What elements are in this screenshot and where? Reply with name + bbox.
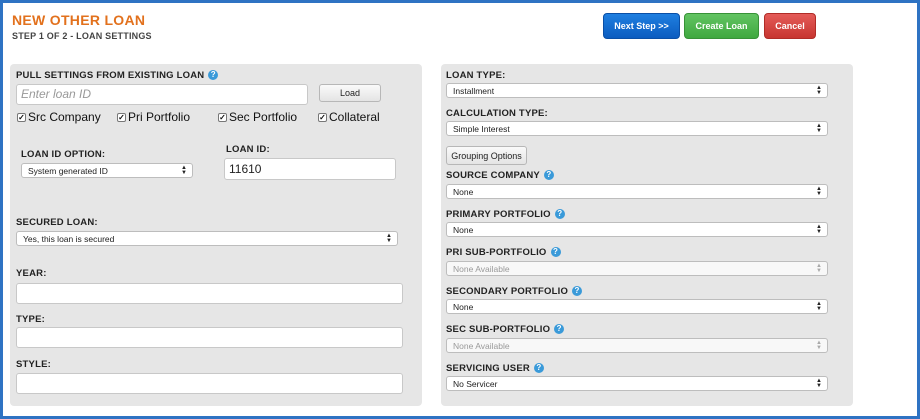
select-arrows-icon: ▲ ▼ bbox=[816, 84, 822, 96]
create-loan-button[interactable]: Create Loan bbox=[684, 13, 759, 39]
year-label: YEAR: bbox=[16, 268, 47, 279]
loan-settings-right-panel: LOAN TYPE: Installment ▲ ▼ CALCULATION TY… bbox=[441, 64, 853, 406]
loan-settings-left-panel: PULL SETTINGS FROM EXISTING LOAN? Enter … bbox=[10, 64, 422, 406]
cancel-button[interactable]: Cancel bbox=[764, 13, 816, 39]
loan-id-input[interactable]: 11610 bbox=[224, 158, 396, 180]
secondary-portfolio-select[interactable]: None ▲ ▼ bbox=[446, 299, 828, 314]
primary-portfolio-select[interactable]: None ▲ ▼ bbox=[446, 222, 828, 237]
page-subtitle: STEP 1 OF 2 - LOAN SETTINGS bbox=[12, 31, 152, 41]
select-arrows-icon: ▲ ▼ bbox=[181, 164, 187, 176]
sec-sub-portfolio-label: SEC SUB-PORTFOLIO? bbox=[446, 324, 565, 335]
pull-settings-label: PULL SETTINGS FROM EXISTING LOAN? bbox=[16, 70, 219, 81]
checkmark-icon: ✓ bbox=[117, 112, 126, 122]
secured-loan-select[interactable]: Yes, this loan is secured ▲ ▼ bbox=[16, 231, 398, 246]
sec-portfolio-checkbox[interactable]: ✓ Sec Portfolio bbox=[218, 110, 297, 124]
grouping-options-button[interactable]: Grouping Options bbox=[446, 146, 527, 165]
secured-loan-label: SECURED LOAN: bbox=[16, 217, 98, 228]
select-arrows-icon: ▲ ▼ bbox=[816, 223, 822, 235]
existing-loan-id-input[interactable]: Enter loan ID bbox=[16, 84, 308, 105]
select-arrows-icon: ▲ ▼ bbox=[386, 232, 392, 244]
select-arrows-icon: ▲ ▼ bbox=[816, 300, 822, 312]
select-arrows-icon: ▲ ▼ bbox=[816, 185, 822, 197]
loan-type-select[interactable]: Installment ▲ ▼ bbox=[446, 83, 828, 98]
help-icon[interactable]: ? bbox=[554, 209, 565, 220]
calculation-type-label: CALCULATION TYPE: bbox=[446, 108, 548, 119]
load-button[interactable]: Load bbox=[319, 84, 381, 102]
src-company-checkbox[interactable]: ✓ Src Company bbox=[17, 110, 101, 124]
checkmark-icon: ✓ bbox=[17, 112, 26, 122]
sec-sub-portfolio-select[interactable]: None Available ▲ ▼ bbox=[446, 338, 828, 353]
style-input[interactable] bbox=[16, 373, 403, 394]
help-icon[interactable]: ? bbox=[550, 247, 561, 258]
calculation-type-select[interactable]: Simple Interest ▲ ▼ bbox=[446, 121, 828, 136]
style-label: STYLE: bbox=[16, 359, 51, 370]
year-input[interactable] bbox=[16, 283, 403, 304]
loan-id-label: LOAN ID: bbox=[226, 144, 270, 155]
help-icon[interactable]: ? bbox=[543, 170, 554, 181]
help-icon[interactable]: ? bbox=[208, 70, 219, 81]
help-icon[interactable]: ? bbox=[533, 363, 544, 374]
type-input[interactable] bbox=[16, 327, 403, 348]
source-company-label: SOURCE COMPANY? bbox=[446, 170, 554, 181]
servicing-user-select[interactable]: No Servicer ▲ ▼ bbox=[446, 376, 828, 391]
select-arrows-icon: ▲ ▼ bbox=[816, 377, 822, 389]
loan-id-option-select[interactable]: System generated ID ▲ ▼ bbox=[21, 163, 193, 178]
select-arrows-icon: ▲ ▼ bbox=[816, 262, 822, 274]
help-icon[interactable]: ? bbox=[572, 286, 583, 297]
primary-portfolio-label: PRIMARY PORTFOLIO? bbox=[446, 209, 565, 220]
secondary-portfolio-label: SECONDARY PORTFOLIO? bbox=[446, 286, 583, 297]
checkmark-icon: ✓ bbox=[318, 112, 327, 122]
checkmark-icon: ✓ bbox=[218, 112, 227, 122]
loan-type-label: LOAN TYPE: bbox=[446, 70, 506, 81]
type-label: TYPE: bbox=[16, 314, 45, 325]
help-icon[interactable]: ? bbox=[554, 324, 565, 335]
servicing-user-label: SERVICING USER? bbox=[446, 363, 544, 374]
pri-portfolio-checkbox[interactable]: ✓ Pri Portfolio bbox=[117, 110, 190, 124]
page-title: NEW OTHER LOAN bbox=[12, 12, 146, 28]
pri-sub-portfolio-label: PRI SUB-PORTFOLIO? bbox=[446, 247, 561, 258]
select-arrows-icon: ▲ ▼ bbox=[816, 339, 822, 351]
collateral-checkbox[interactable]: ✓ Collateral bbox=[318, 110, 380, 124]
source-company-select[interactable]: None ▲ ▼ bbox=[446, 184, 828, 199]
loan-id-option-label: LOAN ID OPTION: bbox=[21, 149, 106, 160]
select-arrows-icon: ▲ ▼ bbox=[816, 122, 822, 134]
pri-sub-portfolio-select[interactable]: None Available ▲ ▼ bbox=[446, 261, 828, 276]
next-step-button[interactable]: Next Step >> bbox=[603, 13, 680, 39]
